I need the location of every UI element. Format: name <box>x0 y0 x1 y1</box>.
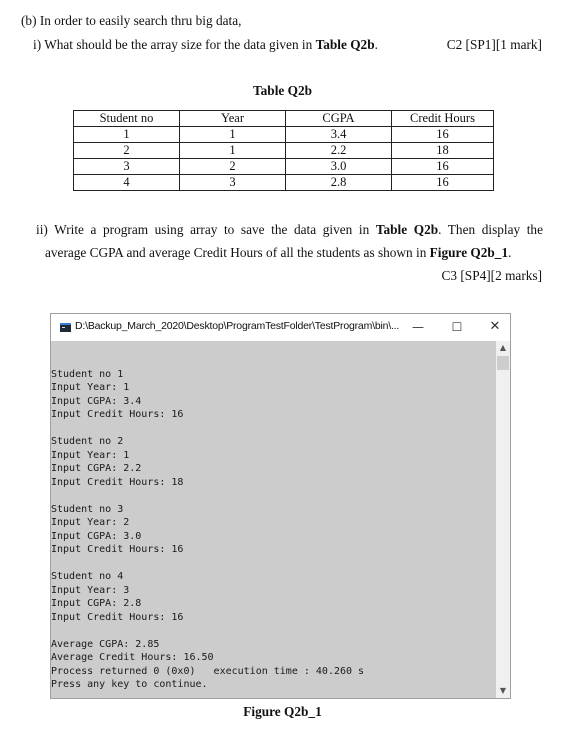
window-title: D:\Backup_March_2020\Desktop\ProgramTest… <box>75 320 400 332</box>
console-line: Input Credit Hours: 16 <box>51 611 184 623</box>
cell-cgpa: 3.0 <box>285 158 392 175</box>
console-line: Input Credit Hours: 18 <box>51 476 184 488</box>
part-ii-table-ref: Table Q2b <box>375 222 439 237</box>
console-line: Input Credit Hours: 16 <box>51 544 184 555</box>
question-b-intro: (b) In order to easily search thru big d… <box>21 13 242 28</box>
cell-student-no: 1 <box>73 126 180 143</box>
cell-year: 3 <box>179 174 286 191</box>
cell-credit-hours: 16 <box>391 158 494 175</box>
console-line: Student no 3 <box>51 503 124 515</box>
console-line: Input CGPA: 3.4 <box>51 395 142 407</box>
part-ii-line1-suffix: . Then display the <box>438 222 543 237</box>
console-line: Student no 1 <box>51 368 124 380</box>
console-line: Average Credit Hours: 16.50 <box>51 652 214 663</box>
part-ii-line2-suffix: . <box>508 245 512 260</box>
cell-credit-hours: 16 <box>391 174 494 191</box>
part-ii-figure-ref: Figure Q2b_1 <box>429 245 509 260</box>
cell-credit-hours: 18 <box>391 142 494 159</box>
console-output-area[interactable]: Student no 1 Input Year: 1 Input CGPA: 3.4… <box>51 341 496 698</box>
console-line: Input CGPA: 3.0 <box>51 530 142 542</box>
cell-cgpa: 2.8 <box>285 174 392 191</box>
cell-cgpa: 3.4 <box>285 126 392 143</box>
cell-credit-hours: 16 <box>391 126 494 143</box>
part-ii-marks: C3 [SP4][2 marks] <box>441 268 542 283</box>
console-line: Input Year: 1 <box>51 449 130 461</box>
part-ii-line2-prefix: average CGPA and average Credit Hours of… <box>45 245 430 260</box>
table-row: 3 2 3.0 16 <box>73 158 494 175</box>
console-titlebar[interactable]: D:\Backup_March_2020\Desktop\ProgramTest… <box>51 314 510 340</box>
table-row: 2 1 2.2 18 <box>73 142 494 159</box>
table-row: 4 3 2.8 16 <box>73 174 494 191</box>
cell-cgpa: 2.2 <box>285 142 392 159</box>
console-line: Average CGPA: 2.85 <box>51 638 160 650</box>
console-line: Input Year: 2 <box>51 517 130 528</box>
scrollbar-thumb[interactable] <box>497 356 509 370</box>
close-button[interactable]: ✕ <box>482 317 508 337</box>
console-window: D:\Backup_March_2020\Desktop\ProgramTest… <box>50 313 511 699</box>
console-line: Student no 2 <box>51 436 124 447</box>
header-credit-hours: Credit Hours <box>391 110 494 127</box>
part-i-suffix: . <box>374 37 378 52</box>
console-line: Input CGPA: 2.8 <box>51 598 142 609</box>
console-line: Process returned 0 (0x0) execution time … <box>51 665 365 677</box>
part-i-prefix: i) What should be the array size for the… <box>33 37 316 52</box>
scroll-down-arrow-icon[interactable]: ▼ <box>496 684 510 698</box>
vertical-scrollbar[interactable]: ▲ ▼ <box>496 341 510 698</box>
header-year: Year <box>179 110 286 127</box>
part-i-table-ref: Table Q2b <box>315 37 375 52</box>
table-row: 1 1 3.4 16 <box>73 126 494 143</box>
cell-year: 2 <box>179 158 286 175</box>
console-output-text: Student no 1 Input Year: 1 Input CGPA: 3.4… <box>51 354 364 692</box>
console-app-icon <box>60 323 71 332</box>
figure-caption: Figure Q2b_1 <box>243 704 322 719</box>
cell-student-no: 3 <box>73 158 180 175</box>
question-part-i: i) What should be the array size for the… <box>33 37 378 53</box>
question-part-ii-line1: ii) Write a program using array to save … <box>36 222 543 238</box>
part-ii-prefix: ii) Write a program using array to save … <box>36 222 376 237</box>
question-part-ii-line2: average CGPA and average Credit Hours of… <box>45 245 511 261</box>
console-line: Student no 4 <box>51 571 124 582</box>
minimize-button[interactable]: — <box>405 317 431 337</box>
console-line: Input Credit Hours: 16 <box>51 409 184 420</box>
console-line: Input CGPA: 2.2 <box>51 463 142 474</box>
cell-student-no: 4 <box>73 174 180 191</box>
cell-year: 1 <box>179 142 286 159</box>
student-table: Student no Year CGPA Credit Hours 1 1 3.… <box>73 110 494 191</box>
cell-year: 1 <box>179 126 286 143</box>
part-i-marks: C2 [SP1][1 mark] <box>446 37 542 52</box>
table-header-row: Student no Year CGPA Credit Hours <box>73 110 494 127</box>
header-cgpa: CGPA <box>285 110 392 127</box>
console-line: Input Year: 1 <box>51 382 130 393</box>
scroll-up-arrow-icon[interactable]: ▲ <box>496 341 510 355</box>
cell-student-no: 2 <box>73 142 180 159</box>
header-student-no: Student no <box>73 110 180 127</box>
console-line: Press any key to continue. <box>51 679 208 690</box>
table-title: Table Q2b <box>253 83 312 98</box>
maximize-button[interactable]: ☐ <box>444 317 470 337</box>
console-line: Input Year: 3 <box>51 584 130 596</box>
